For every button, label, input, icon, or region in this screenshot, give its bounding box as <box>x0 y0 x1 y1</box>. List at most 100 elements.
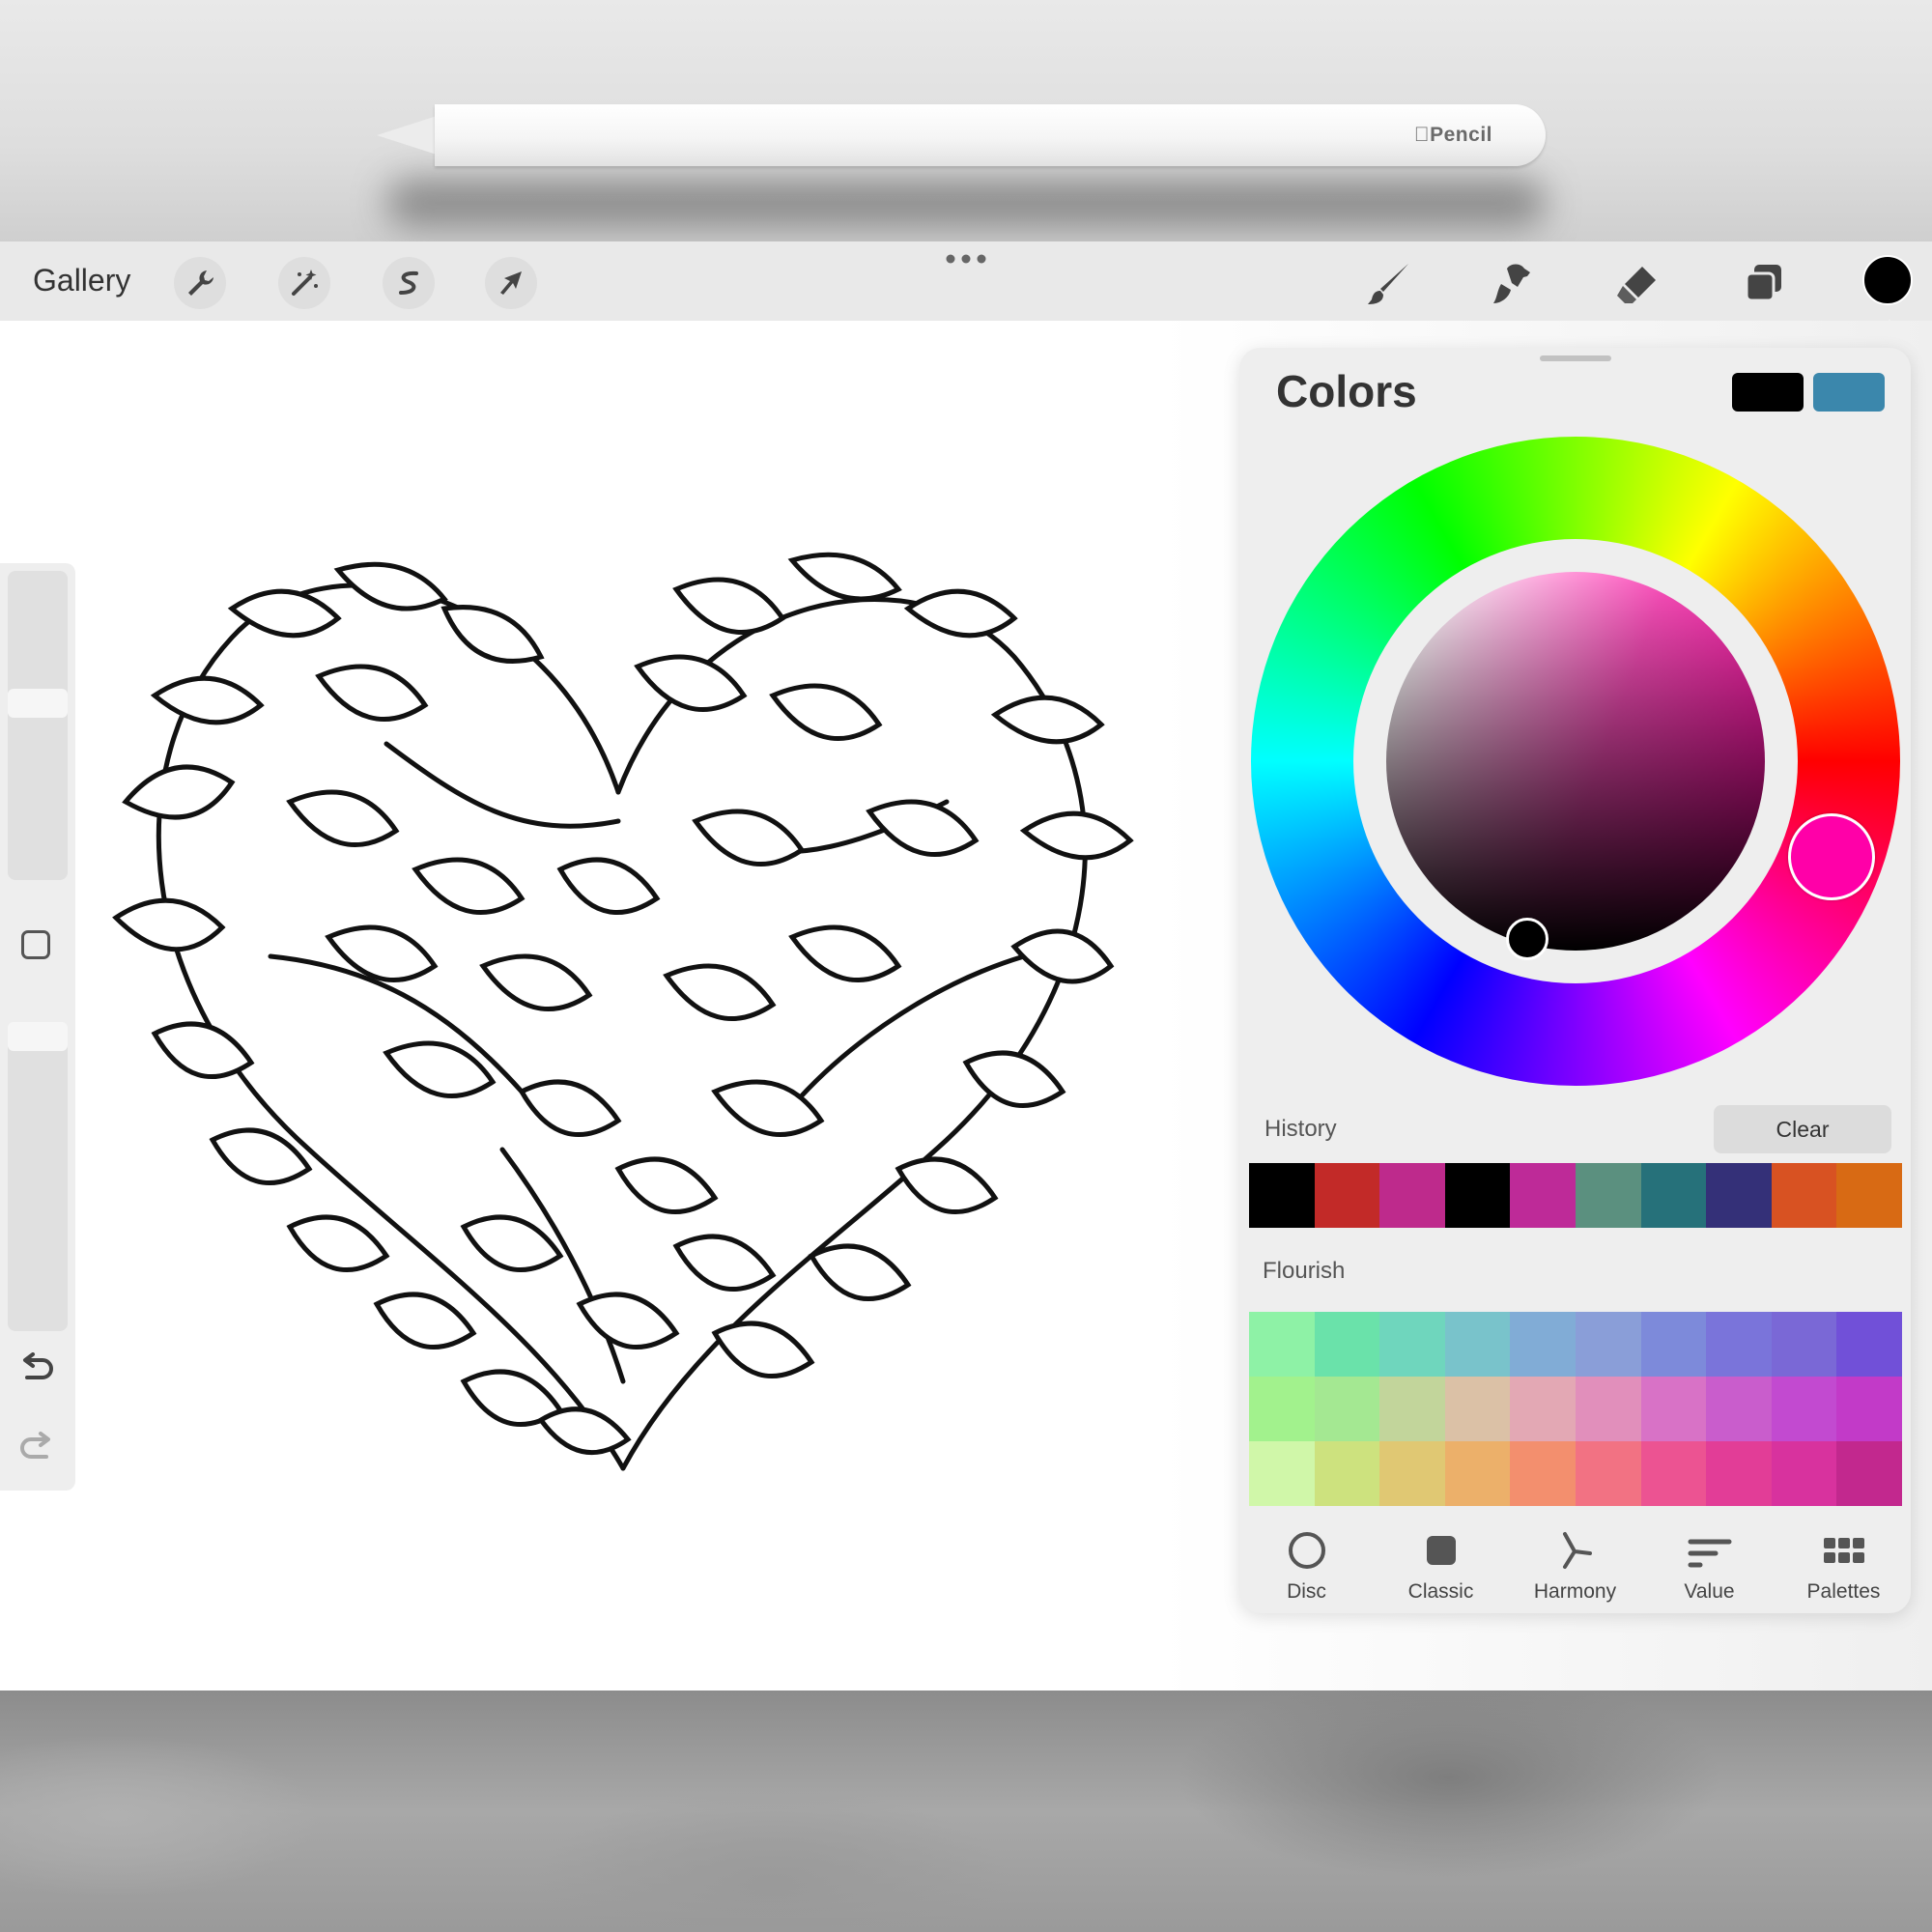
palette-swatch[interactable] <box>1444 1377 1511 1441</box>
palette-swatch[interactable] <box>1771 1377 1837 1441</box>
panel-drag-handle[interactable] <box>1540 355 1611 361</box>
palette-swatch[interactable] <box>1510 1377 1576 1441</box>
hue-selector-knob[interactable] <box>1788 813 1875 900</box>
modifier-button[interactable] <box>21 930 50 959</box>
more-dots-icon[interactable] <box>945 253 987 265</box>
history-swatch[interactable] <box>1444 1163 1511 1228</box>
palette-swatch[interactable] <box>1706 1377 1772 1441</box>
palette-swatch[interactable] <box>1314 1312 1380 1377</box>
history-swatch[interactable] <box>1249 1163 1315 1228</box>
history-swatch[interactable] <box>1510 1163 1576 1228</box>
palette-swatch[interactable] <box>1771 1312 1837 1377</box>
eraser-tool-button[interactable] <box>1611 257 1665 311</box>
secondary-color-swatch[interactable] <box>1813 373 1885 412</box>
palette-swatch[interactable] <box>1575 1441 1641 1506</box>
leaf-heart-artwork <box>112 552 1134 1471</box>
pencil-shadow <box>386 179 1546 227</box>
disc-icon <box>1288 1532 1325 1569</box>
palette-swatch[interactable] <box>1640 1377 1707 1441</box>
left-sidebar <box>0 563 75 1491</box>
palette-swatch[interactable] <box>1249 1441 1315 1506</box>
saturation-selector-knob[interactable] <box>1506 918 1548 960</box>
history-swatch[interactable] <box>1379 1163 1445 1228</box>
transform-button[interactable] <box>485 257 537 309</box>
colors-panel: Colors History Clear Flourish Disc Class… <box>1239 348 1911 1613</box>
tab-value[interactable]: Value <box>1642 1522 1776 1609</box>
classic-square-icon <box>1426 1536 1456 1565</box>
tab-label: Palettes <box>1806 1580 1881 1603</box>
history-swatches <box>1249 1163 1902 1228</box>
gallery-button[interactable]: Gallery <box>33 263 130 298</box>
palette-name-label: Flourish <box>1263 1258 1346 1284</box>
color-mode-tabs: Disc Classic Harmony Value Palettes <box>1239 1522 1911 1609</box>
history-swatch[interactable] <box>1314 1163 1380 1228</box>
palette-swatch[interactable] <box>1706 1312 1772 1377</box>
top-toolbar: Gallery <box>0 242 1932 321</box>
opacity-thumb[interactable] <box>8 1022 68 1051</box>
value-sliders-icon <box>1688 1539 1731 1568</box>
palette-swatch[interactable] <box>1836 1377 1902 1441</box>
primary-color-swatch[interactable] <box>1732 373 1804 412</box>
tab-label: Harmony <box>1533 1580 1617 1603</box>
selection-s-icon <box>399 270 418 295</box>
photo-background-bottom <box>0 1690 1932 1932</box>
actions-button[interactable] <box>174 257 226 309</box>
apple-pencil: Pencil <box>435 104 1546 166</box>
palette-swatch[interactable] <box>1444 1441 1511 1506</box>
palette-swatch[interactable] <box>1771 1441 1837 1506</box>
palette-swatch[interactable] <box>1379 1312 1445 1377</box>
brush-size-thumb[interactable] <box>8 689 68 718</box>
tab-palettes[interactable]: Palettes <box>1776 1522 1911 1609</box>
palette-swatch[interactable] <box>1314 1441 1380 1506</box>
opacity-slider[interactable] <box>8 1022 68 1331</box>
smudge-tool-button[interactable] <box>1486 257 1540 311</box>
palette-swatch[interactable] <box>1706 1441 1772 1506</box>
palette-swatch[interactable] <box>1510 1441 1576 1506</box>
magic-wand-icon <box>292 270 318 296</box>
tab-harmony[interactable]: Harmony <box>1508 1522 1642 1609</box>
layers-tool-button[interactable] <box>1737 257 1791 311</box>
palette-swatch[interactable] <box>1575 1377 1641 1441</box>
history-swatch[interactable] <box>1706 1163 1772 1228</box>
tab-label: Disc <box>1287 1580 1326 1603</box>
history-swatch[interactable] <box>1836 1163 1902 1228</box>
pencil-tip <box>377 116 437 155</box>
arrow-cursor-icon <box>500 271 522 295</box>
history-swatch[interactable] <box>1575 1163 1641 1228</box>
palettes-grid-icon <box>1823 1538 1864 1563</box>
saturation-brightness-disc[interactable] <box>1386 572 1765 951</box>
tab-disc[interactable]: Disc <box>1239 1522 1374 1609</box>
brush-tool-button[interactable] <box>1362 257 1416 311</box>
tab-label: Value <box>1684 1580 1735 1603</box>
clear-history-button[interactable]: Clear <box>1714 1105 1891 1153</box>
palette-swatch[interactable] <box>1249 1312 1315 1377</box>
wrench-icon <box>188 270 213 296</box>
history-swatch[interactable] <box>1771 1163 1837 1228</box>
palette-swatch[interactable] <box>1575 1312 1641 1377</box>
palette-swatch[interactable] <box>1836 1441 1902 1506</box>
palette-swatch[interactable] <box>1640 1312 1707 1377</box>
smudge-icon <box>1493 264 1530 303</box>
palette-swatch[interactable] <box>1640 1441 1707 1506</box>
redo-icon[interactable] <box>17 1426 56 1461</box>
panel-title: Colors <box>1276 366 1417 416</box>
selection-button[interactable] <box>383 257 435 309</box>
palette-swatch[interactable] <box>1379 1441 1445 1506</box>
palette-swatch[interactable] <box>1314 1377 1380 1441</box>
palette-swatch[interactable] <box>1249 1377 1315 1441</box>
palette-swatch[interactable] <box>1836 1312 1902 1377</box>
color-picker-button[interactable] <box>1862 255 1913 305</box>
eraser-icon <box>1617 267 1656 303</box>
palette-swatch[interactable] <box>1510 1312 1576 1377</box>
undo-icon[interactable] <box>17 1352 56 1387</box>
brush-size-slider[interactable] <box>8 571 68 880</box>
tab-classic[interactable]: Classic <box>1374 1522 1508 1609</box>
harmony-icon <box>1562 1532 1592 1569</box>
adjustments-button[interactable] <box>278 257 330 309</box>
palette-swatch[interactable] <box>1444 1312 1511 1377</box>
tab-label: Classic <box>1407 1580 1474 1603</box>
palette-swatch[interactable] <box>1379 1377 1445 1441</box>
palette-swatches <box>1249 1312 1902 1506</box>
brush-icon <box>1368 264 1408 304</box>
history-swatch[interactable] <box>1640 1163 1707 1228</box>
